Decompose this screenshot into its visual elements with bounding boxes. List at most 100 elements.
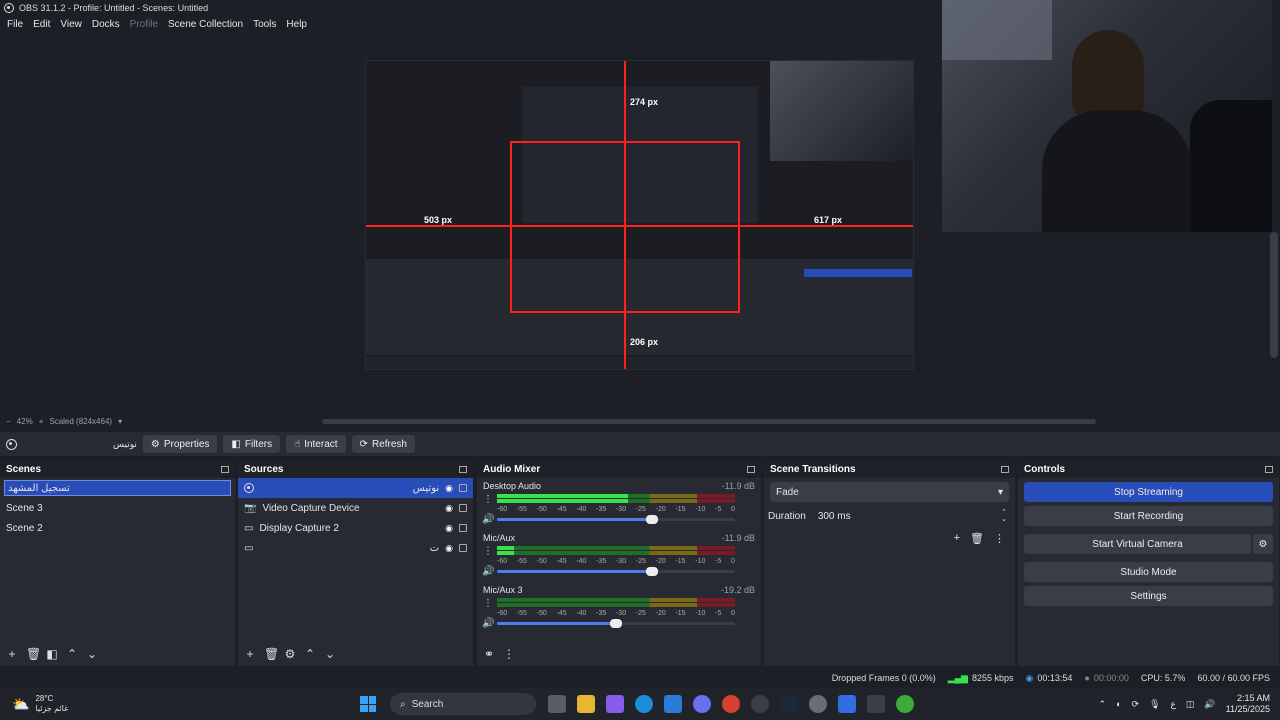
speaker-icon[interactable]: 🔊 bbox=[482, 618, 494, 629]
volume-slider-handle[interactable] bbox=[645, 515, 658, 524]
preview-horizontal-scrollbar[interactable] bbox=[322, 419, 1096, 424]
weather-widget[interactable]: ⛅ 28°C غائم جزئيا bbox=[0, 694, 360, 714]
trash-icon[interactable]: 🗑 bbox=[26, 647, 41, 661]
add-icon[interactable]: + bbox=[6, 647, 18, 661]
volume-slider[interactable] bbox=[497, 515, 735, 524]
menu-scene-collection[interactable]: Scene Collection bbox=[163, 19, 248, 30]
menu-help[interactable]: Help bbox=[281, 19, 312, 30]
xbox-icon[interactable] bbox=[809, 695, 827, 713]
zoom-out-icon[interactable]: − bbox=[6, 417, 11, 426]
speaker-icon[interactable]: 🔊 bbox=[482, 514, 494, 525]
dock-float-icon[interactable] bbox=[459, 465, 467, 473]
preview-vertical-scrollbar[interactable] bbox=[1270, 232, 1278, 358]
source-item[interactable]: 📷 Video Capture Device ◉ bbox=[238, 498, 473, 518]
tray-sync-icon[interactable]: ⟳ bbox=[1132, 699, 1140, 710]
scene-item[interactable]: Scene 2 bbox=[0, 518, 235, 538]
tray-chevron-up-icon[interactable]: ⌃ bbox=[1099, 699, 1107, 710]
tray-app-icon[interactable]: ◐ bbox=[1116, 699, 1121, 709]
zoom-in-icon[interactable]: + bbox=[39, 417, 44, 426]
pointer-icon: ☝ bbox=[294, 438, 301, 450]
menu-tools[interactable]: Tools bbox=[248, 19, 281, 30]
copilot-icon[interactable] bbox=[606, 695, 624, 713]
trash-icon[interactable]: 🗑 bbox=[264, 647, 279, 661]
eye-icon[interactable]: ◉ bbox=[445, 523, 453, 534]
spin-arrows-icon[interactable]: ⌃ ⌄ bbox=[1001, 509, 1007, 523]
speaker-icon[interactable]: 🔊 bbox=[482, 566, 494, 577]
discord-icon[interactable] bbox=[693, 695, 711, 713]
transition-select[interactable]: Fade ▾ bbox=[770, 482, 1009, 502]
menu-dots-icon[interactable]: ⋮ bbox=[503, 647, 515, 661]
menu-edit[interactable]: Edit bbox=[28, 19, 55, 30]
move-up-icon[interactable]: ⌃ bbox=[304, 647, 316, 661]
source-item[interactable]: ▭ Display Capture 2 ◉ bbox=[238, 518, 473, 538]
start-virtual-camera-button[interactable]: Start Virtual Camera bbox=[1024, 534, 1251, 554]
move-up-icon[interactable]: ⌃ bbox=[66, 647, 78, 661]
terminal-icon[interactable] bbox=[867, 695, 885, 713]
lock-icon[interactable] bbox=[459, 544, 467, 552]
channel-menu-dots-icon[interactable]: ⋮ bbox=[483, 546, 493, 557]
channel-menu-dots-icon[interactable]: ⋮ bbox=[483, 494, 493, 505]
microphone-icon[interactable]: 🎙 bbox=[1149, 699, 1160, 710]
task-view-icon[interactable] bbox=[548, 695, 566, 713]
chrome-icon[interactable] bbox=[722, 695, 740, 713]
volume-slider[interactable] bbox=[497, 567, 735, 576]
move-down-icon[interactable]: ⌄ bbox=[324, 647, 336, 661]
gear-icon[interactable]: ⚙ bbox=[284, 647, 296, 661]
settings-button[interactable]: Settings bbox=[1024, 586, 1273, 606]
link-icon[interactable]: ⚭ bbox=[483, 647, 495, 661]
volume-slider[interactable] bbox=[497, 619, 735, 628]
menu-view[interactable]: View bbox=[55, 19, 87, 30]
obs-taskbar-icon[interactable] bbox=[751, 695, 769, 713]
virtual-camera-settings-gear-icon[interactable]: ⚙ bbox=[1253, 534, 1273, 554]
dock-float-icon[interactable] bbox=[1265, 465, 1273, 473]
menu-dots-icon[interactable]: ⋮ bbox=[994, 532, 1005, 545]
properties-button[interactable]: ⚙ Properties bbox=[142, 435, 218, 453]
store-icon[interactable] bbox=[664, 695, 682, 713]
start-recording-button[interactable]: Start Recording bbox=[1024, 506, 1273, 526]
chevron-down-icon[interactable]: ▾ bbox=[118, 417, 122, 426]
filter-icon[interactable]: ◧ bbox=[46, 647, 58, 661]
edge-icon[interactable] bbox=[635, 695, 653, 713]
lock-icon[interactable] bbox=[459, 484, 467, 492]
studio-mode-button[interactable]: Studio Mode bbox=[1024, 562, 1273, 582]
duration-spinbox[interactable]: 300 ms ⌃ ⌄ bbox=[813, 509, 1011, 523]
interact-button[interactable]: ☝ Interact bbox=[286, 435, 346, 453]
preview-canvas[interactable]: 274 px 503 px 617 px 206 px bbox=[365, 60, 914, 370]
steam-icon[interactable] bbox=[780, 695, 798, 713]
lock-icon[interactable] bbox=[459, 524, 467, 532]
eye-icon[interactable]: ◉ bbox=[445, 483, 453, 494]
xbox-game-bar-icon[interactable] bbox=[896, 695, 914, 713]
filters-button[interactable]: ◧ Filters bbox=[223, 435, 281, 453]
source-item[interactable]: نوتيس ◉ bbox=[238, 478, 473, 498]
menu-file[interactable]: File bbox=[2, 19, 28, 30]
add-icon[interactable]: + bbox=[244, 647, 256, 661]
taskbar-search[interactable]: ⌕ Search bbox=[390, 693, 536, 715]
trash-icon[interactable]: 🗑 bbox=[970, 532, 984, 545]
eye-icon[interactable]: ◉ bbox=[445, 503, 453, 514]
stop-streaming-button[interactable]: Stop Streaming bbox=[1024, 482, 1273, 502]
dock-float-icon[interactable] bbox=[747, 465, 755, 473]
windows-start-icon[interactable] bbox=[360, 696, 376, 712]
file-explorer-icon[interactable] bbox=[577, 695, 595, 713]
app-icon[interactable] bbox=[838, 695, 856, 713]
lock-icon[interactable] bbox=[459, 504, 467, 512]
move-down-icon[interactable]: ⌄ bbox=[86, 647, 98, 661]
scene-item[interactable]: تسجيل المشهد bbox=[4, 480, 231, 496]
menu-profile[interactable]: Profile bbox=[125, 19, 163, 30]
language-indicator[interactable]: ع bbox=[1171, 699, 1176, 710]
channel-menu-dots-icon[interactable]: ⋮ bbox=[483, 598, 493, 609]
volume-slider-handle[interactable] bbox=[645, 567, 658, 576]
meter-tick: -25 bbox=[635, 506, 646, 513]
scene-item[interactable]: Scene 3 bbox=[0, 498, 235, 518]
source-item[interactable]: ▭ ت ◉ bbox=[238, 538, 473, 558]
network-icon[interactable]: ◫ bbox=[1186, 699, 1195, 710]
volume-slider-handle[interactable] bbox=[610, 619, 622, 628]
dock-float-icon[interactable] bbox=[221, 465, 229, 473]
clock[interactable]: 2:15 AM 11/25/2025 bbox=[1226, 693, 1270, 715]
refresh-button[interactable]: ⟳ Refresh bbox=[351, 435, 415, 453]
add-icon[interactable]: + bbox=[954, 532, 960, 545]
volume-icon[interactable]: 🔊 bbox=[1204, 699, 1215, 710]
dock-float-icon[interactable] bbox=[1001, 465, 1009, 473]
menu-docks[interactable]: Docks bbox=[87, 19, 125, 30]
eye-icon[interactable]: ◉ bbox=[445, 543, 453, 554]
